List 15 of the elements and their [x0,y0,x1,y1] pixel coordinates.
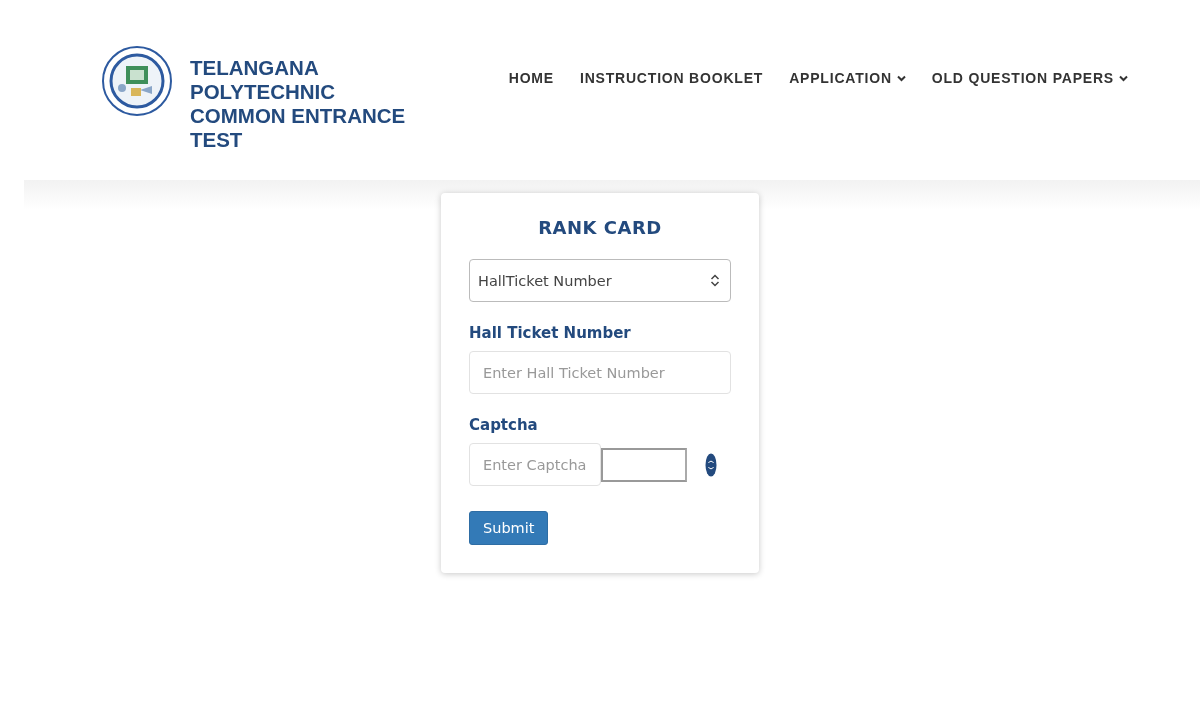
captcha-input[interactable]: Enter Captcha [469,443,601,486]
hall-ticket-input[interactable]: Enter Hall Ticket Number [469,351,731,394]
nav-link[interactable]: HOME [508,70,554,86]
search-type-select[interactable]: HallTicket Number [469,259,731,302]
nav-link[interactable]: INSTRUCTION BOOKLET [579,70,764,86]
refresh-icon[interactable] [705,452,717,477]
submit-button[interactable]: Submit [469,511,549,545]
site-title: TELANGANA POLYTECHNIC COMMON ENTRANCE TEST [190,56,407,152]
field-label: Captcha [469,416,539,434]
up-down-icon [710,274,720,287]
form-title: RANK CARD [537,217,663,238]
nav-link[interactable]: APPLICATION [789,70,906,86]
emblem-icon [102,46,172,116]
field-label: Hall Ticket Number [469,324,632,342]
nav-link[interactable]: OLD QUESTION PAPERS [931,70,1128,86]
